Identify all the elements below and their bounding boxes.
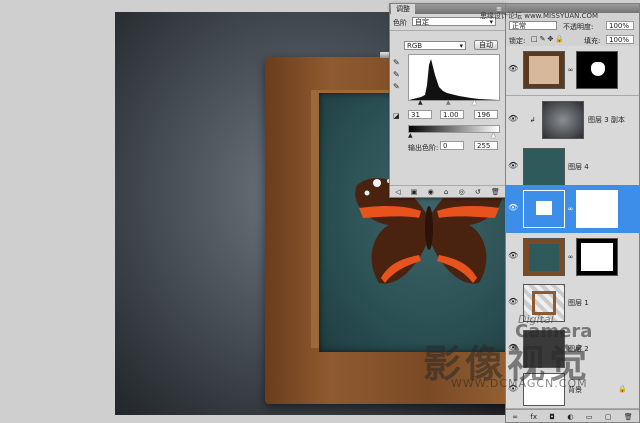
channel-value: RGB — [407, 42, 423, 50]
adjustments-panel[interactable]: 调整 ≡ 色阶 自定 ▾ RGB ▾ 自动 ✎ ✎ ✎ ▲ ▲ ▲ ◪ 31 1… — [389, 3, 506, 198]
output-black-handle[interactable]: ▲ — [408, 132, 413, 139]
top-credit-text: 思缘设计论坛 www.MISSYUAN.COM — [480, 12, 599, 20]
fx-icon[interactable]: fx — [530, 413, 537, 421]
histogram — [408, 54, 500, 101]
fill-label: 填充: — [584, 37, 601, 45]
view-previous-icon[interactable]: ◎ — [459, 188, 465, 196]
trash-icon[interactable]: 🗑 — [624, 413, 633, 421]
blend-mode-value: 正常 — [512, 22, 526, 30]
input-levels-slider[interactable]: ▲ ▲ ▲ — [408, 99, 498, 106]
link-icon: ∞ — [567, 253, 574, 261]
clip-arrow-icon: ↲ — [529, 116, 536, 124]
group-icon[interactable]: ▭ — [586, 413, 593, 421]
channel-select[interactable]: RGB ▾ — [404, 41, 466, 50]
levels-adjustment-thumbnail — [523, 190, 565, 228]
adjustments-footer: ◁ ▣ ◉ ⌂ ◎ ↺ 🗑 — [390, 185, 505, 198]
layer-name: 图层 1 — [568, 299, 589, 307]
black-eyedropper-icon[interactable]: ✎ — [393, 58, 400, 67]
add-mask-icon[interactable]: ◘ — [549, 413, 555, 421]
layer-row[interactable]: 👁 ∞ — [506, 233, 639, 283]
link-icon: ∞ — [567, 205, 574, 213]
layer-row-selected[interactable]: 👁 ∞ — [506, 185, 639, 235]
link-layers-icon[interactable]: ∞ — [512, 413, 518, 421]
eye-icon[interactable]: 👁 — [508, 161, 518, 171]
layer-mask-thumbnail — [576, 238, 618, 276]
layer-name: 图层 4 — [568, 163, 589, 171]
preset-label: 色阶 — [393, 19, 407, 27]
black-point-handle[interactable]: ▲ — [418, 99, 423, 106]
eye-icon[interactable]: 👁 — [508, 114, 518, 124]
fill-field[interactable]: 100% — [606, 35, 634, 44]
output-white-handle[interactable]: ▲ — [491, 132, 496, 139]
layer-mask-thumbnail — [576, 51, 618, 89]
layers-footer: ∞ fx ◘ ◐ ▭ ▢ 🗑 — [506, 409, 639, 423]
input-gamma-field[interactable]: 1.00 — [440, 110, 464, 119]
eye-icon[interactable]: 👁 — [508, 251, 518, 261]
layer-row[interactable]: 👁 ∞ — [506, 46, 639, 96]
link-icon: ∞ — [567, 66, 574, 74]
input-white-field[interactable]: 196 — [474, 110, 498, 119]
adjustment-layer-icon[interactable]: ◐ — [567, 413, 573, 421]
eye-icon[interactable]: 👁 — [508, 64, 518, 74]
blend-mode-select[interactable]: 正常 — [509, 21, 557, 30]
layer-name: 图层 3 副本 — [588, 116, 625, 124]
auto-button[interactable]: 自动 — [474, 40, 498, 50]
gray-eyedropper-icon[interactable]: ✎ — [393, 70, 400, 79]
layer-row[interactable]: 👁 ↲ 图层 3 副本 — [506, 96, 639, 146]
input-black-field[interactable]: 31 — [408, 110, 432, 119]
layer-thumbnail — [523, 238, 565, 276]
watermark: Digital Camera 影像视觉 WWW.DCMAGCN.COM — [423, 313, 603, 393]
output-slider[interactable]: ▲ ▲ — [408, 132, 498, 139]
delete-icon[interactable]: 🗑 — [491, 188, 500, 196]
panel-divider — [390, 30, 505, 31]
lock-icon: 🔒 — [618, 385, 627, 393]
white-point-handle[interactable]: ▲ — [472, 99, 477, 106]
opacity-label: 不透明度: — [563, 23, 594, 31]
clipping-icon[interactable]: ◪ — [393, 112, 400, 120]
lock-icons[interactable]: □✎✥🔒 — [531, 35, 566, 43]
layer-mask-thumbnail — [576, 190, 618, 228]
white-eyedropper-icon[interactable]: ✎ — [393, 82, 400, 91]
eye-icon[interactable]: 👁 — [508, 297, 518, 307]
new-layer-icon[interactable]: ▢ — [605, 413, 612, 421]
output-black-field[interactable]: 0 — [440, 141, 464, 150]
layer-thumbnail — [542, 101, 584, 139]
chevron-down-icon: ▾ — [459, 42, 463, 50]
tab-adjustments[interactable]: 调整 — [391, 4, 415, 14]
reset-icon[interactable]: ↺ — [475, 188, 481, 196]
layer-thumbnail — [523, 148, 565, 186]
opacity-field[interactable]: 100% — [606, 21, 634, 30]
eye-icon[interactable]: 👁 — [508, 203, 518, 213]
gray-point-handle[interactable]: ▲ — [446, 99, 451, 106]
layer-thumbnail — [523, 51, 565, 89]
visibility-icon[interactable]: ◉ — [428, 188, 434, 196]
expand-icon[interactable]: ▣ — [411, 188, 418, 196]
return-icon[interactable]: ◁ — [395, 188, 400, 196]
lock-label: 锁定: — [509, 37, 526, 45]
output-levels-label: 输出色阶: — [408, 144, 439, 152]
watermark-url: WWW.DCMAGCN.COM — [451, 377, 588, 390]
preset-value: 自定 — [415, 18, 429, 26]
clip-layer-icon[interactable]: ⌂ — [444, 188, 448, 196]
output-white-field[interactable]: 255 — [474, 141, 498, 150]
